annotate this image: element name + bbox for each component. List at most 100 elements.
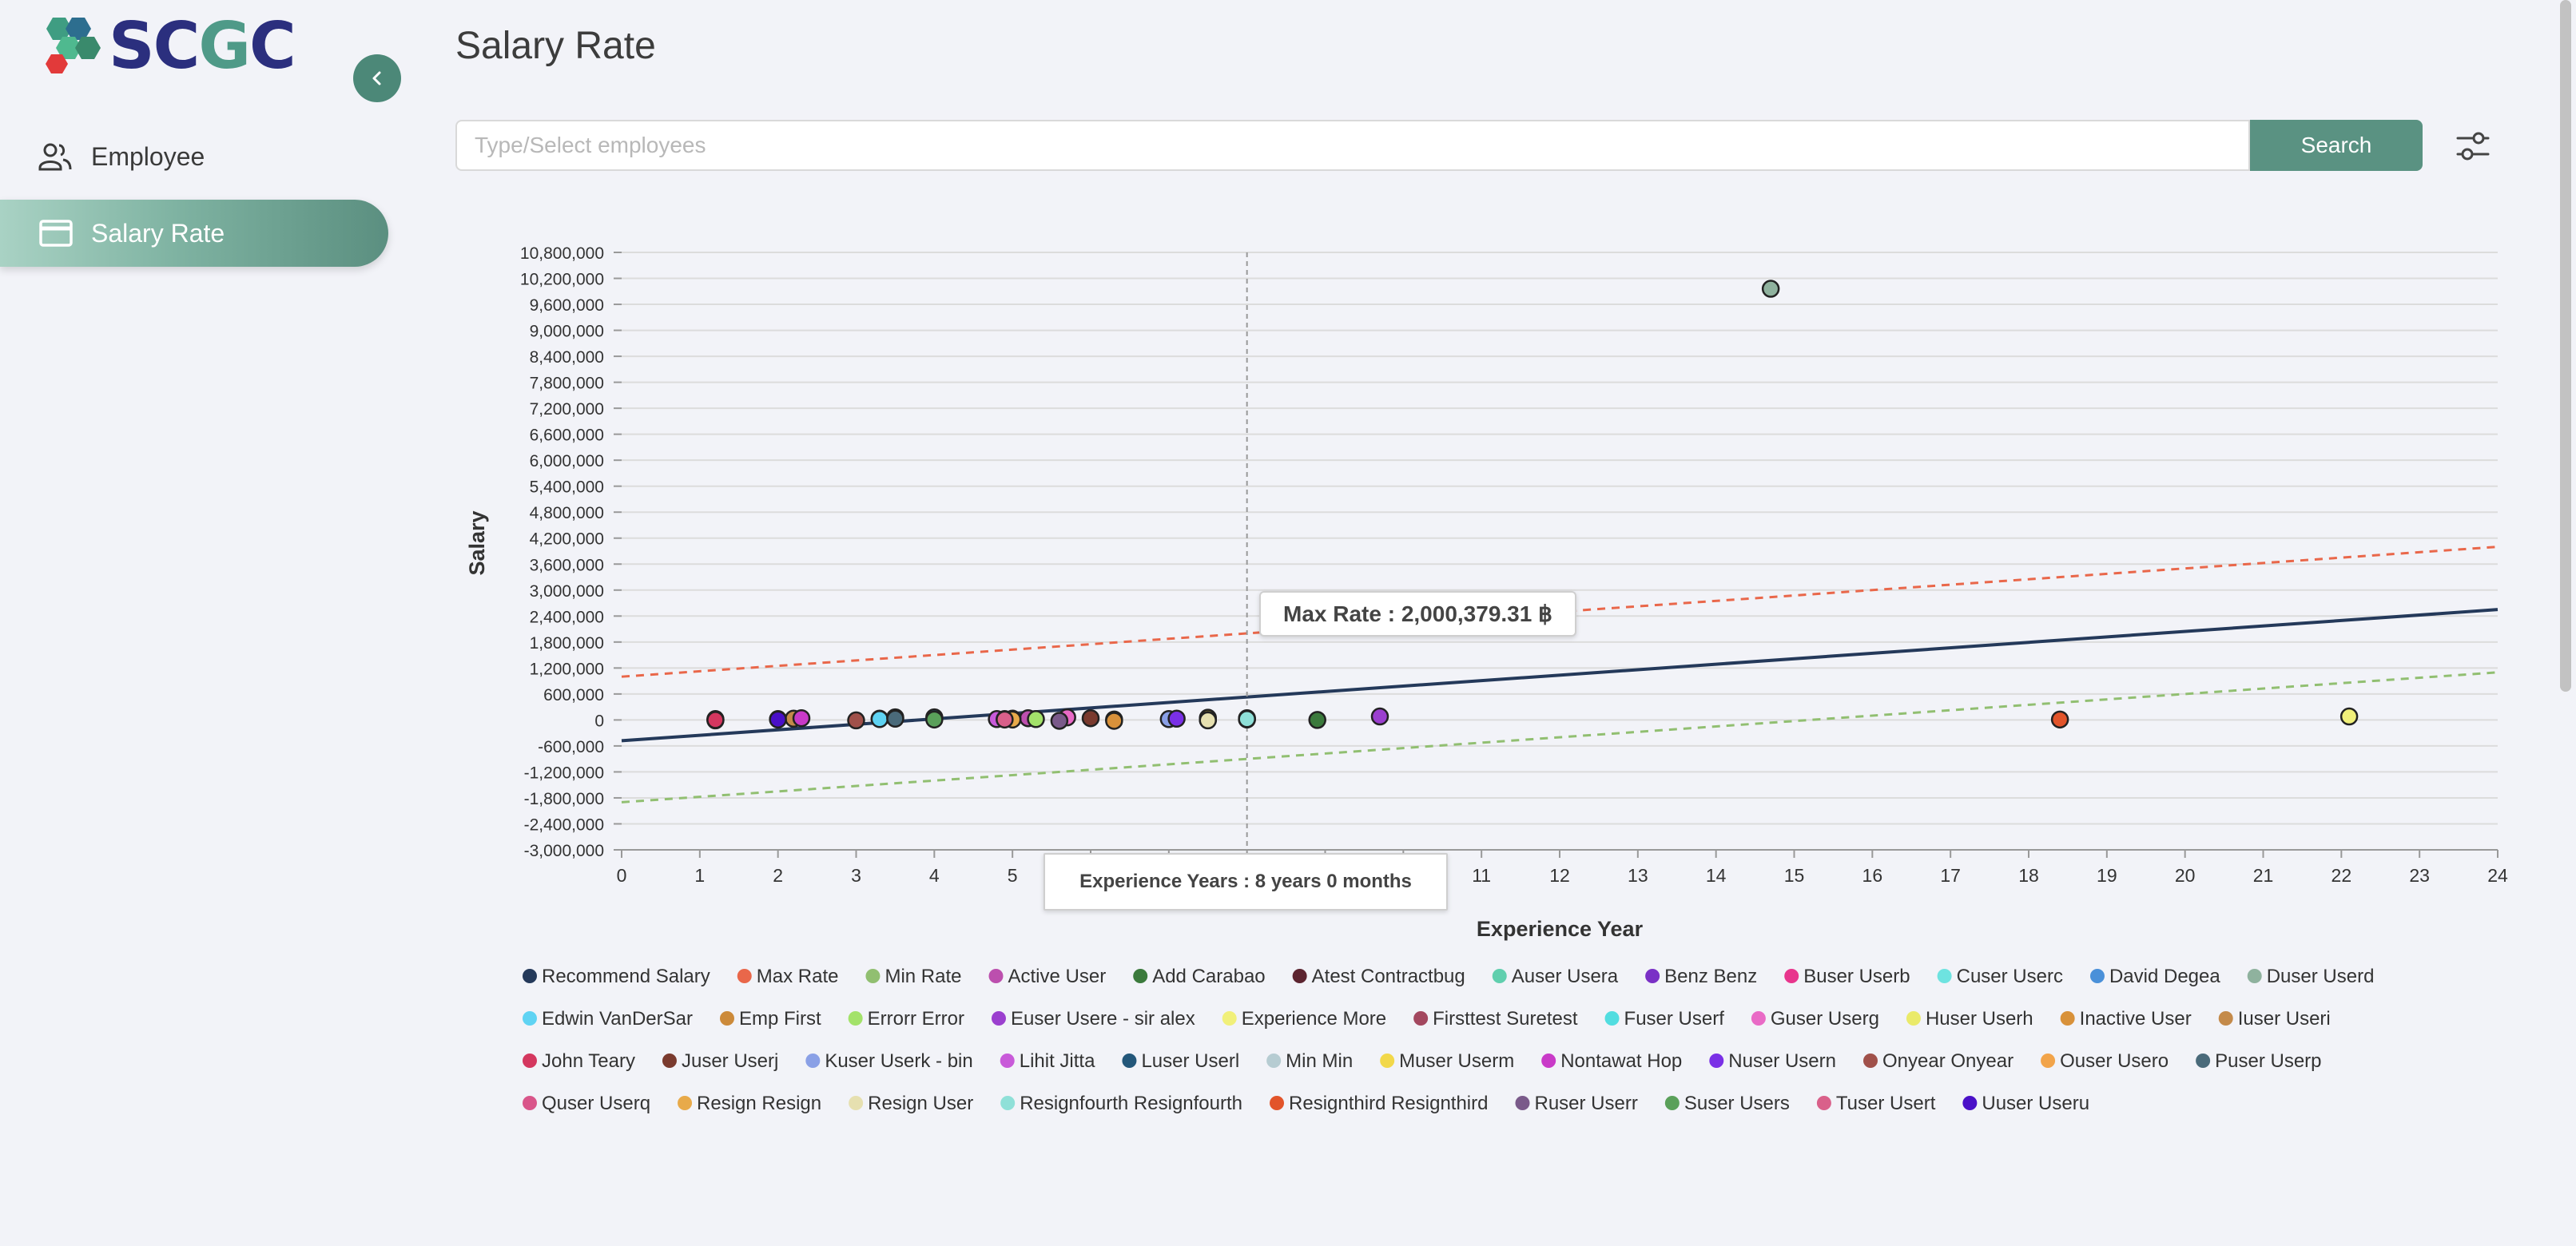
scatter-point[interactable] xyxy=(706,711,725,729)
y-tick-label: 6,000,000 xyxy=(530,452,604,470)
legend-label: Benz Benz xyxy=(1664,966,1757,987)
scatter-point[interactable] xyxy=(996,710,1014,729)
legend-item[interactable]: Kuser Userk - bin xyxy=(805,1050,973,1072)
scatter-point[interactable] xyxy=(2050,710,2069,729)
legend-item[interactable]: Inactive User xyxy=(2060,1008,2192,1030)
scatter-point[interactable] xyxy=(1050,712,1069,730)
legend-swatch xyxy=(1380,1054,1395,1068)
scatter-point[interactable] xyxy=(1027,710,1045,728)
legend-item[interactable]: Puser Userp xyxy=(2196,1050,2322,1072)
legend-item[interactable]: Auser Usera xyxy=(1492,966,1619,987)
legend-swatch xyxy=(991,1011,1006,1026)
legend-item[interactable]: Resignfourth Resignfourth xyxy=(1000,1093,1242,1114)
scatter-point[interactable] xyxy=(2339,707,2359,726)
scatter-point[interactable] xyxy=(847,711,865,730)
legend-swatch xyxy=(523,1096,537,1110)
legend-item[interactable]: Max Rate xyxy=(737,966,839,987)
page-scrollbar[interactable] xyxy=(2560,0,2571,692)
legend-item[interactable]: Nontawat Hop xyxy=(1541,1050,1682,1072)
legend-item[interactable]: Uuser Useru xyxy=(1962,1093,2089,1114)
legend-item[interactable]: Lihit Jitta xyxy=(1000,1050,1095,1072)
y-tick-label: 2,400,000 xyxy=(530,608,604,626)
x-axis-label: Experience Year xyxy=(1477,917,1644,941)
y-tick-label: 10,800,000 xyxy=(520,244,604,263)
legend-item[interactable]: Experience More xyxy=(1222,1008,1386,1030)
legend-item[interactable]: Euser Usere - sir alex xyxy=(991,1008,1195,1030)
legend-item[interactable]: Guser Userg xyxy=(1751,1008,1879,1030)
legend-item[interactable]: Iuser Useri xyxy=(2218,1008,2331,1030)
scatter-point[interactable] xyxy=(1308,711,1326,729)
x-tick-label: 11 xyxy=(1472,865,1491,886)
min-rate-line xyxy=(621,671,2498,804)
legend-label: Firsttest Suretest xyxy=(1433,1008,1578,1030)
scatter-point[interactable] xyxy=(1199,711,1217,730)
scatter-point[interactable] xyxy=(870,710,889,728)
legend-item[interactable]: Ouser Usero xyxy=(2041,1050,2169,1072)
legend-item[interactable]: Muser Userm xyxy=(1380,1050,1514,1072)
search-button[interactable]: Search xyxy=(2250,120,2423,171)
legend-swatch xyxy=(848,1011,863,1026)
legend-item[interactable]: Min Min xyxy=(1266,1050,1353,1072)
legend-item[interactable]: Active User xyxy=(988,966,1107,987)
scatter-point[interactable] xyxy=(1167,709,1186,728)
legend-item[interactable]: Cuser Userc xyxy=(1937,966,2063,987)
logo-text: SCGC xyxy=(109,13,296,80)
y-tick-label: 8,400,000 xyxy=(530,348,604,367)
legend-item[interactable]: Resign Resign xyxy=(678,1093,821,1114)
legend-swatch xyxy=(662,1054,677,1068)
y-axis-label: Salary xyxy=(465,510,489,575)
legend-item[interactable]: Ruser Userr xyxy=(1515,1093,1638,1114)
legend-item[interactable]: Benz Benz xyxy=(1645,966,1757,987)
legend-item[interactable]: Onyear Onyear xyxy=(1863,1050,2013,1072)
legend-item[interactable]: Suser Users xyxy=(1664,1093,1790,1114)
filter-settings-icon[interactable] xyxy=(2453,126,2493,166)
legend-item[interactable]: Duser Userd xyxy=(2247,966,2375,987)
y-tick-label: 4,800,000 xyxy=(530,504,604,522)
legend-item[interactable]: Errorr Error xyxy=(848,1008,964,1030)
employee-search-input[interactable] xyxy=(455,120,2250,171)
legend-label: Muser Userm xyxy=(1399,1050,1514,1072)
legend-item[interactable]: Nuser Usern xyxy=(1709,1050,1836,1072)
card-icon xyxy=(38,216,74,251)
scatter-point[interactable] xyxy=(925,710,944,729)
legend-item[interactable]: Luser Userl xyxy=(1122,1050,1239,1072)
x-tick-label: 12 xyxy=(1549,865,1570,886)
legend-item[interactable]: Tuser Usert xyxy=(1816,1093,1936,1114)
max-rate-tooltip: Max Rate : 2,000,379.31 ฿ xyxy=(1259,591,1576,637)
legend-item[interactable]: Add Carabao xyxy=(1133,966,1266,987)
legend-item[interactable]: Resignthird Resignthird xyxy=(1270,1093,1488,1114)
legend-label: Buser Userb xyxy=(1803,966,1910,987)
legend-item[interactable]: Resign User xyxy=(849,1093,973,1114)
scatter-point[interactable] xyxy=(1105,712,1123,730)
legend-item[interactable]: Quser Userq xyxy=(523,1093,650,1114)
x-tick-label: 13 xyxy=(1628,865,1648,886)
scatter-point[interactable] xyxy=(1761,280,1780,298)
scatter-point[interactable] xyxy=(792,708,811,728)
legend-item[interactable]: Recommend Salary xyxy=(523,966,710,987)
legend-label: Tuser Usert xyxy=(1836,1093,1936,1114)
legend-item[interactable]: Edwin VanDerSar xyxy=(523,1008,693,1030)
legend-item[interactable]: Huser Userh xyxy=(1906,1008,2033,1030)
legend-item[interactable]: Firsttest Suretest xyxy=(1413,1008,1578,1030)
scatter-point[interactable] xyxy=(1238,710,1256,728)
y-tick-label: 6,600,000 xyxy=(530,427,604,445)
legend-item[interactable]: Buser Userb xyxy=(1784,966,1910,987)
scatter-point[interactable] xyxy=(1370,707,1389,726)
legend-item[interactable]: Emp First xyxy=(719,1008,821,1030)
sidebar-item-employee[interactable]: Employee xyxy=(0,123,388,190)
legend-item[interactable]: John Teary xyxy=(523,1050,635,1072)
legend-label: Errorr Error xyxy=(868,1008,964,1030)
scatter-point[interactable] xyxy=(1081,708,1100,728)
collapse-sidebar-button[interactable] xyxy=(353,54,401,102)
legend-label: Edwin VanDerSar xyxy=(542,1008,693,1030)
legend-swatch xyxy=(1962,1096,1978,1110)
legend-item[interactable]: Atest Contractbug xyxy=(1292,966,1465,987)
legend-item[interactable]: David Degea xyxy=(2089,966,2220,987)
logo-text-green: G xyxy=(198,9,251,83)
legend-item[interactable]: Juser Userj xyxy=(662,1050,778,1072)
legend-item[interactable]: Min Rate xyxy=(865,966,962,987)
legend-item[interactable]: Fuser Userf xyxy=(1604,1008,1725,1030)
sidebar-item-salary-rate[interactable]: Salary Rate xyxy=(0,200,388,267)
scatter-point[interactable] xyxy=(769,710,787,729)
scatter-point[interactable] xyxy=(886,709,904,728)
